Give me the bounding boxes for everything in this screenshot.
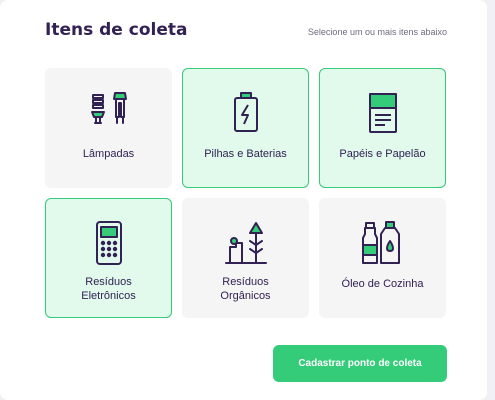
item-label: Óleo de Cozinha bbox=[341, 278, 424, 290]
item-oleo-cozinha[interactable]: Óleo de Cozinha bbox=[319, 198, 446, 318]
item-residuos-organicos[interactable]: Resíduos Orgânicos bbox=[182, 198, 309, 318]
electronics-icon bbox=[85, 219, 133, 267]
paper-icon bbox=[359, 89, 407, 137]
section-title: Itens de coleta bbox=[45, 20, 188, 40]
collection-items-card: Itens de coleta Selecione um ou mais ite… bbox=[0, 0, 487, 400]
organic-icon bbox=[222, 219, 270, 267]
item-label: Resíduos Orgânicos bbox=[220, 276, 271, 302]
item-label: Lâmpadas bbox=[82, 148, 135, 160]
item-label: Papéis e Papelão bbox=[339, 148, 426, 160]
oil-icon bbox=[359, 219, 407, 267]
item-residuos-eletronicos[interactable]: Resíduos Eletrônicos bbox=[45, 198, 172, 318]
item-label: Pilhas e Baterias bbox=[204, 148, 287, 160]
section-subtitle: Selecione um ou mais itens abaixo bbox=[307, 27, 447, 37]
item-pilhas-baterias[interactable]: Pilhas e Baterias bbox=[182, 68, 309, 188]
items-grid: Lâmpadas Pilhas e Baterias Papéis e Pape… bbox=[45, 68, 446, 318]
lamp-icon bbox=[85, 89, 133, 137]
item-lampadas[interactable]: Lâmpadas bbox=[45, 68, 172, 188]
battery-icon bbox=[222, 89, 270, 137]
submit-collection-point-button[interactable]: Cadastrar ponto de coleta bbox=[273, 345, 447, 382]
item-label: Resíduos Eletrônicos bbox=[81, 276, 136, 302]
item-papeis-papelao[interactable]: Papéis e Papelão bbox=[319, 68, 446, 188]
